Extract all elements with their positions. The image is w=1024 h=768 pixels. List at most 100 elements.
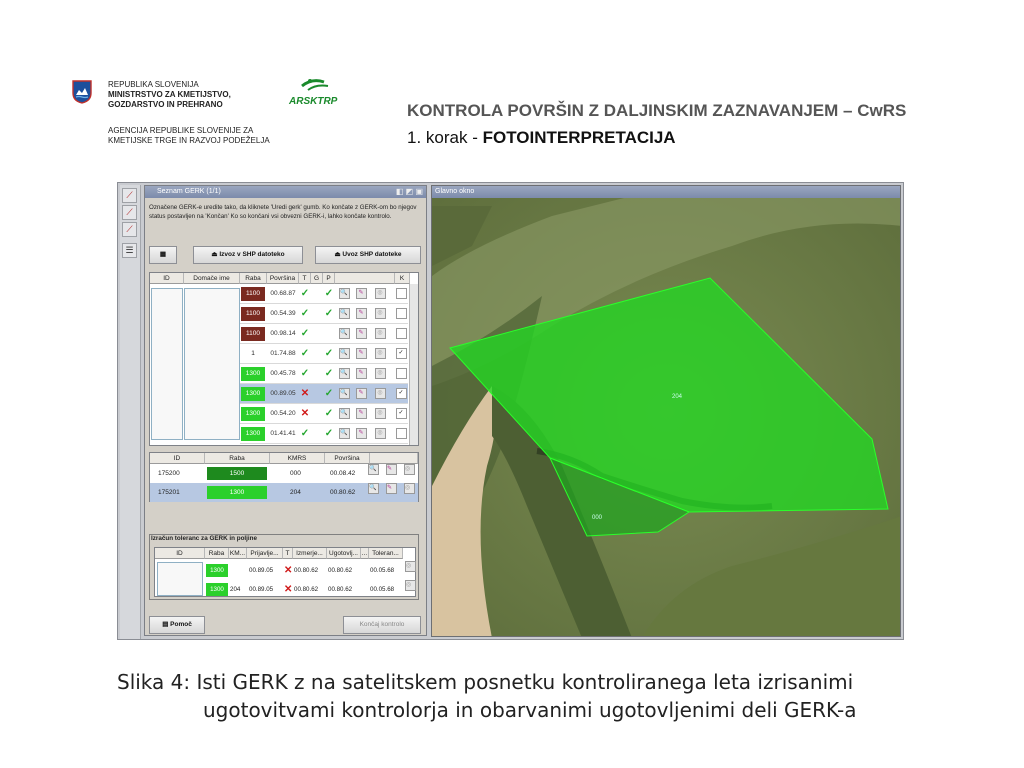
k-checkbox[interactable]	[395, 364, 407, 383]
info-icon[interactable]: ◎	[373, 444, 387, 445]
k-checkbox[interactable]	[395, 324, 407, 343]
table-row[interactable]: 1300 00.89.05 ✕ ✓ 🔍 ✎ ◎ ✓	[240, 384, 408, 404]
main-map-window[interactable]: Glavno okno 204 000	[431, 185, 901, 637]
col-raba[interactable]: Raba	[240, 273, 267, 284]
slide-title: KONTROLA POVRŠIN Z DALJINSKIM ZAZNAVANJE…	[407, 101, 907, 120]
col-domace-ime[interactable]: Domače ime	[184, 273, 240, 284]
edit-gerk-icon[interactable]: ✎	[354, 324, 368, 343]
col3-prijavljeno[interactable]: Prijavlje...	[247, 548, 283, 559]
zoom-icon[interactable]: 🔍	[337, 284, 351, 303]
edit-gerk-icon[interactable]: ✎	[354, 284, 368, 303]
col-id[interactable]: ID	[150, 273, 184, 284]
edit-gerk-icon[interactable]: ✎	[354, 364, 368, 383]
col3-toleranca[interactable]: Toleran...	[369, 548, 403, 559]
import-shp-button[interactable]: ⏏ Uvoz SHP datoteke	[315, 246, 421, 264]
info-icon[interactable]: ◎	[373, 324, 387, 343]
info-icon[interactable]: ◎	[373, 364, 387, 383]
zoom-icon[interactable]: 🔍	[337, 364, 351, 383]
edit-gerk-icon[interactable]: ✎	[354, 304, 368, 323]
edit-icon[interactable]: ✎	[386, 483, 397, 494]
vertical-scrollbar[interactable]	[409, 284, 418, 445]
tolerance-id-box	[157, 562, 203, 596]
table-row[interactable]: 1100 00.54.39 ✓ ✓ 🔍 ✎ ◎	[240, 304, 408, 324]
zoom-icon[interactable]: 🔍	[337, 324, 351, 343]
col-povrsina[interactable]: Površina	[267, 273, 299, 284]
table-row[interactable]: 1 01.74.88 ✓ ✓ 🔍 ✎ ◎ ✓	[240, 344, 408, 364]
info-icon[interactable]: ◎	[405, 580, 416, 591]
col3-more[interactable]: ...	[361, 548, 369, 559]
col3-t[interactable]: T	[283, 548, 293, 559]
edit-icon[interactable]: ✎	[386, 464, 397, 475]
zoom-icon[interactable]: 🔍	[368, 483, 379, 494]
draw-tool-icon[interactable]: ⟋	[122, 205, 137, 220]
p-status-icon: ✓	[324, 408, 334, 419]
k-checkbox[interactable]	[395, 284, 407, 303]
edit-gerk-icon[interactable]: ✎	[354, 344, 368, 363]
col2-raba[interactable]: Raba	[205, 453, 270, 464]
col3-km[interactable]: KM...	[229, 548, 247, 559]
info-icon[interactable]: ◎	[373, 424, 387, 443]
k-checkbox[interactable]	[395, 444, 407, 445]
k-checkbox[interactable]: ✓	[395, 344, 407, 363]
export-shp-button[interactable]: ⏏ Izvoz v SHP datoteko	[193, 246, 303, 264]
col3-raba[interactable]: Raba	[205, 548, 229, 559]
table-row[interactable]: 1300 01.41.41 ✓ ✓ 🔍 ✎ ◎	[240, 424, 408, 444]
info-icon[interactable]: ◎	[373, 404, 387, 423]
col3-ugotovljeno[interactable]: Ugotovlj...	[327, 548, 361, 559]
zoom-icon[interactable]: 🔍	[337, 344, 351, 363]
povrsina-cell: 00.80.62	[330, 489, 356, 496]
info-icon[interactable]: ◎	[373, 284, 387, 303]
edit-gerk-icon[interactable]: ✎	[354, 424, 368, 443]
raba-cell: 1300	[240, 404, 266, 423]
info-icon[interactable]: ◎	[373, 304, 387, 323]
zoom-icon[interactable]: 🔍	[337, 404, 351, 423]
col-t[interactable]: T	[299, 273, 311, 284]
edit-tool-icon[interactable]: ⟋	[122, 222, 137, 237]
povrsina-cell: 00.68.87	[270, 290, 296, 297]
k-checkbox[interactable]	[395, 424, 407, 443]
edit-gerk-icon[interactable]: ✎	[354, 444, 368, 445]
edit-gerk-icon[interactable]: ✎	[354, 384, 368, 403]
table-row[interactable]: 1300 00.45.78 ✓ ✓ 🔍 ✎ ◎	[240, 364, 408, 384]
info-icon[interactable]: ◎	[373, 384, 387, 403]
info-icon[interactable]: ◎	[405, 561, 416, 572]
help-button[interactable]: ▤ Pomoč	[149, 616, 205, 634]
zoom-icon[interactable]: 🔍	[368, 464, 379, 475]
col2-id[interactable]: ID	[150, 453, 205, 464]
zoom-icon[interactable]: 🔍	[337, 424, 351, 443]
info-icon[interactable]: ◎	[404, 483, 415, 494]
zoom-icon[interactable]: 🔍	[337, 384, 351, 403]
window-controls[interactable]: ◧ ◩ ▣	[396, 187, 423, 197]
finish-control-button[interactable]: Končaj kontrolo	[343, 616, 421, 634]
table-row[interactable]: 175201 1300 204 00.80.62 🔍 ✎ ◎	[150, 483, 418, 502]
table-row[interactable]: 175200 1500 000 00.08.42 🔍 ✎ ◎	[150, 464, 418, 483]
grid-export-button[interactable]: ▦	[149, 246, 177, 264]
col2-povrsina[interactable]: Površina	[325, 453, 370, 464]
table-row[interactable]: 1100 00.98.14 ✓ 🔍 ✎ ◎	[240, 324, 408, 344]
edit-gerk-icon[interactable]: ✎	[354, 404, 368, 423]
table-row[interactable]: 1300 204 00.89.05 ✕ 00.80.62 00.80.62 00.05.68…	[205, 580, 416, 599]
k-checkbox[interactable]: ✓	[395, 384, 407, 403]
col2-kmrs[interactable]: KMRS	[270, 453, 325, 464]
k-checkbox[interactable]: ✓	[395, 404, 407, 423]
zoom-icon[interactable]: 🔍	[337, 444, 351, 445]
list-tool-icon[interactable]: ☰	[122, 243, 137, 258]
raba-cell: 1300	[207, 486, 267, 499]
table-row[interactable]: 130000.33.67✓✓🔍✎◎	[240, 444, 408, 445]
col3-izmerjeno[interactable]: Izmerje...	[293, 548, 327, 559]
table-row[interactable]: 1300 00.54.20 ✕ ✓ 🔍 ✎ ◎ ✓	[240, 404, 408, 424]
pencil-tool-icon[interactable]: ⟋	[122, 188, 137, 203]
info-icon[interactable]: ◎	[404, 464, 415, 475]
satellite-image[interactable]: 204 000	[432, 186, 901, 637]
col-k[interactable]: K	[395, 273, 410, 284]
col3-id[interactable]: ID	[155, 548, 205, 559]
kmrs-cell: 000	[290, 470, 301, 477]
col-g[interactable]: G	[311, 273, 323, 284]
izmerjeno-cell: 00.80.62	[294, 586, 319, 593]
k-checkbox[interactable]	[395, 304, 407, 323]
zoom-icon[interactable]: 🔍	[337, 304, 351, 323]
table-row[interactable]: 1300 00.89.05 ✕ 00.80.62 00.80.62 00.05.68 ◎	[205, 561, 416, 580]
col-p[interactable]: P	[323, 273, 335, 284]
table-row[interactable]: 1100 00.68.87 ✓ ✓ 🔍 ✎ ◎	[240, 284, 408, 304]
info-icon[interactable]: ◎	[373, 344, 387, 363]
